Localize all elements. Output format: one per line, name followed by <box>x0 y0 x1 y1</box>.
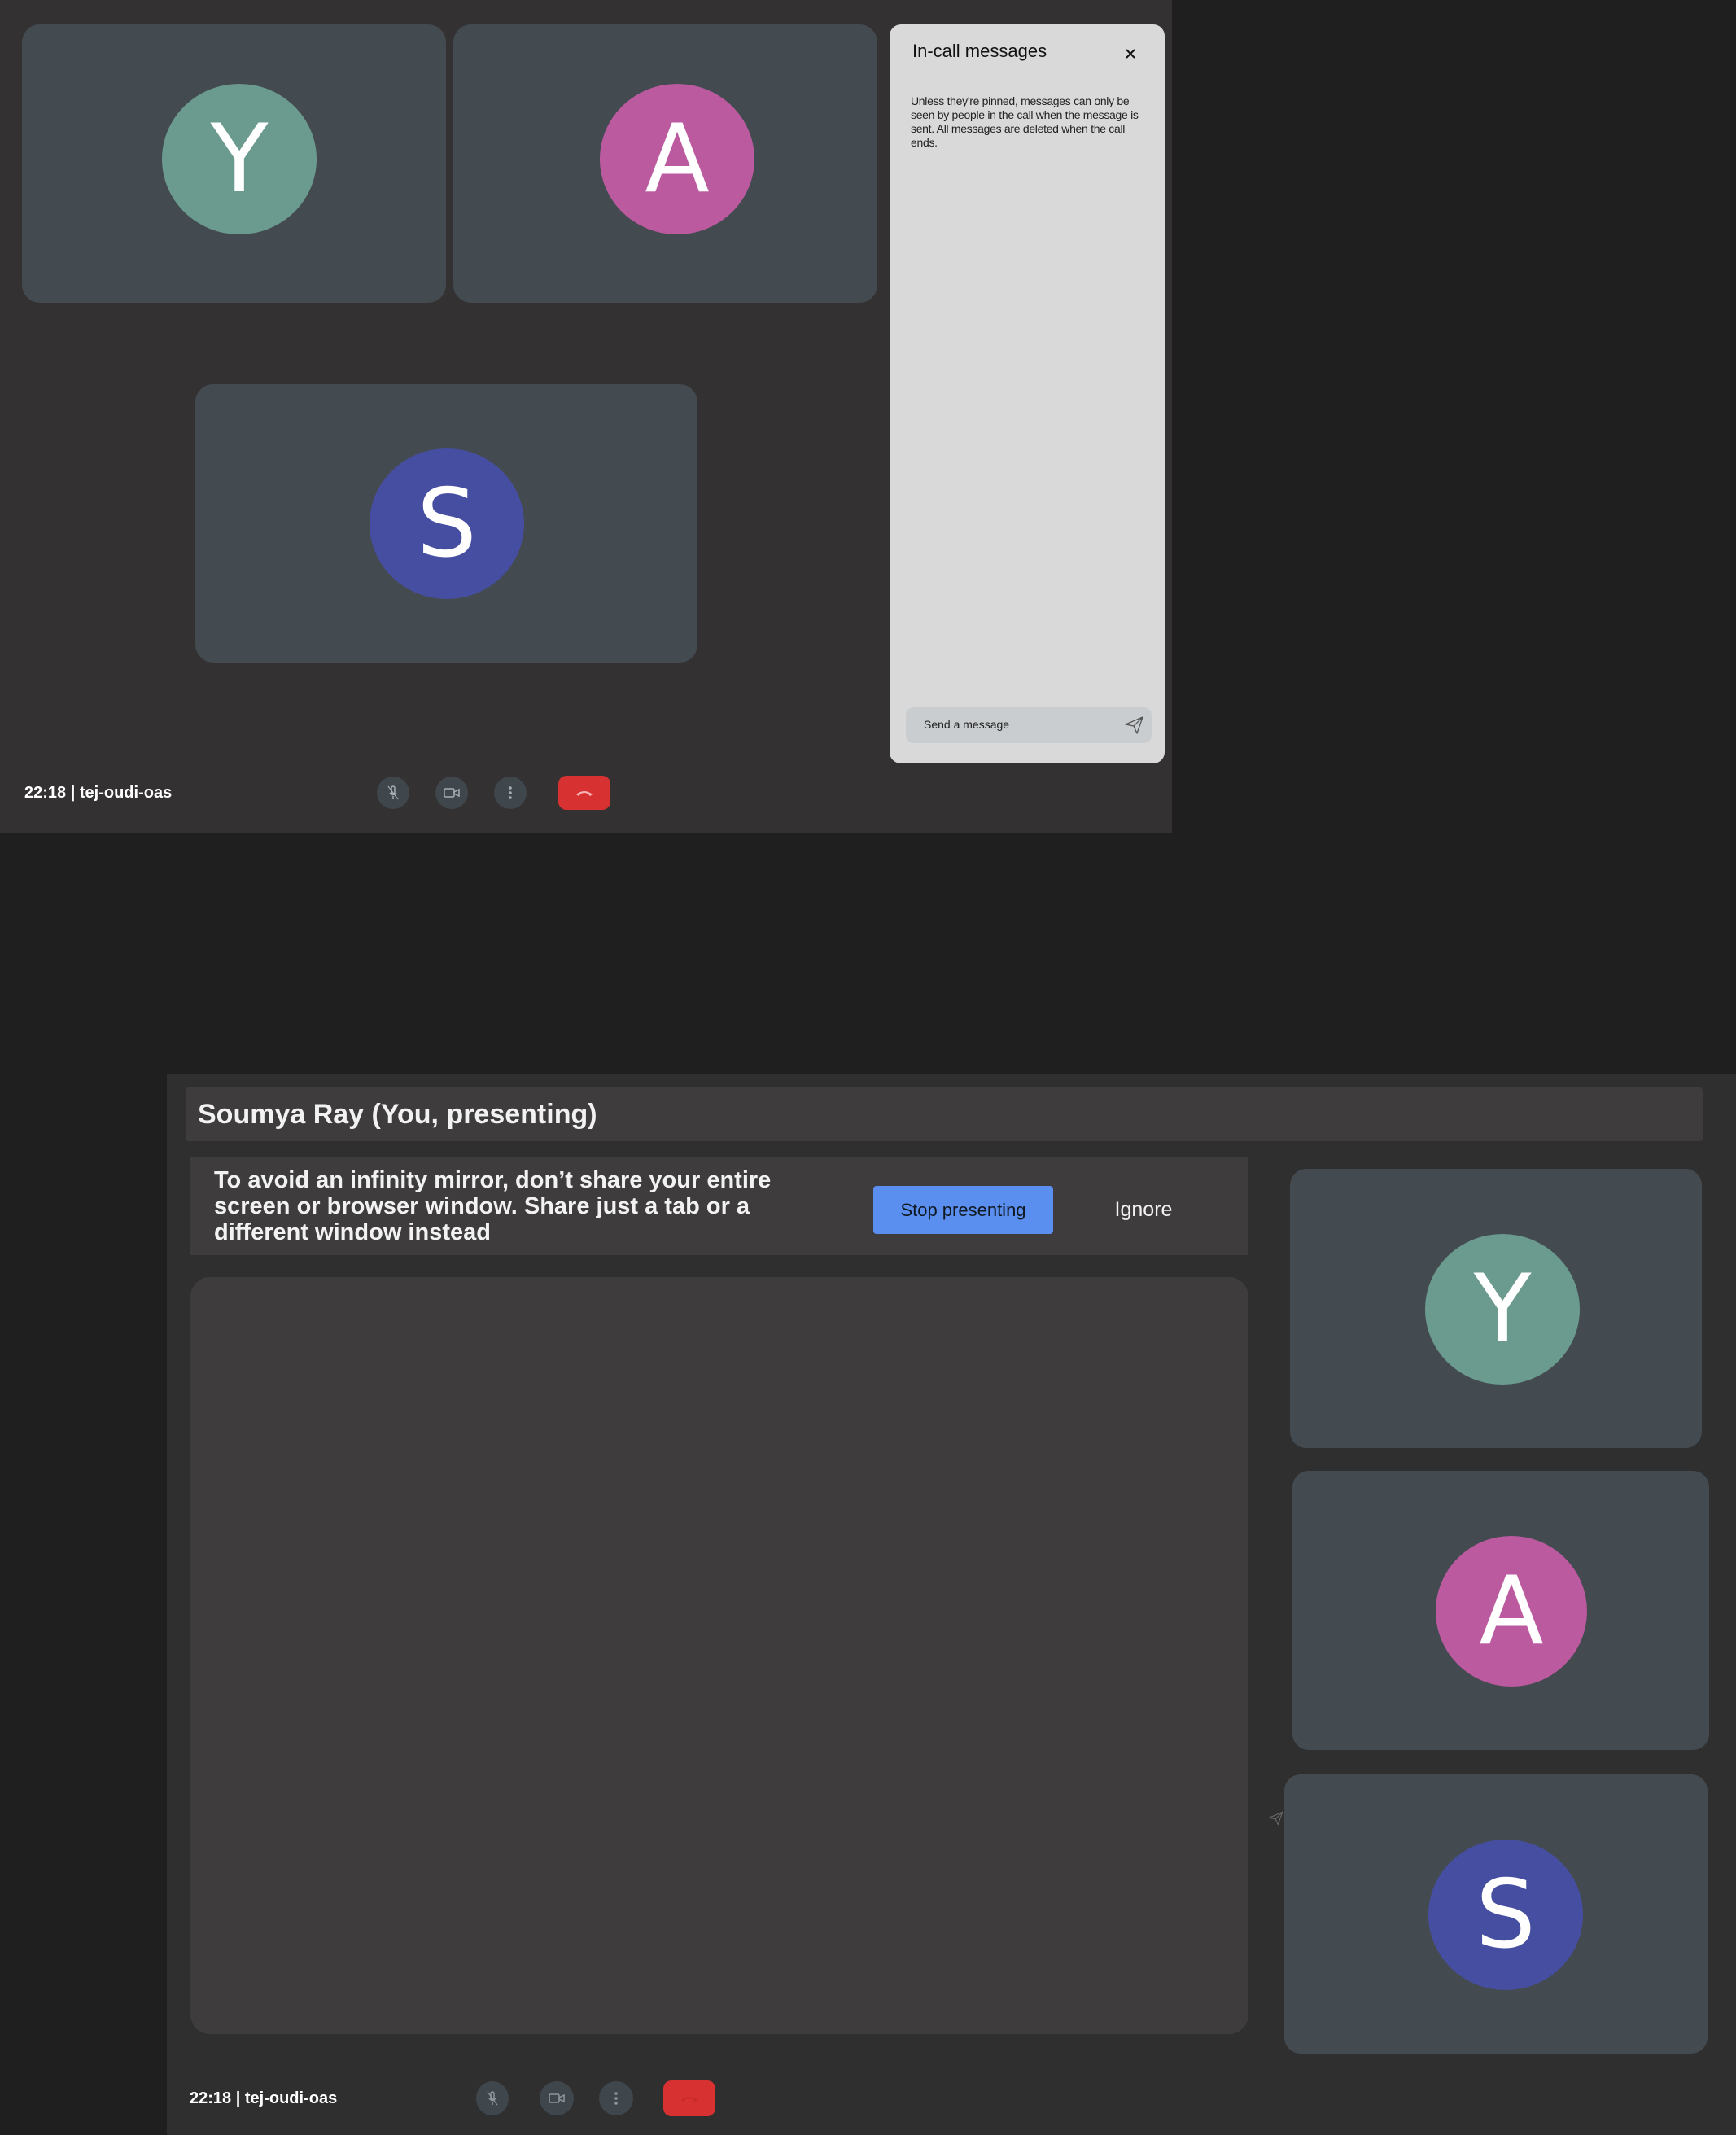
shared-screen-area <box>190 1277 1248 2034</box>
send-icon <box>1269 1811 1283 1826</box>
more-options-button[interactable] <box>494 777 527 809</box>
participant-tile-s[interactable]: S <box>1284 1774 1708 2054</box>
leave-call-button[interactable] <box>558 776 610 810</box>
send-icon[interactable] <box>1124 715 1145 736</box>
more-vert-icon <box>509 786 512 799</box>
participant-tile-s[interactable]: S <box>195 384 697 663</box>
camera-off-icon <box>549 2093 565 2103</box>
chat-panel-title: In-call messages <box>912 41 1047 61</box>
avatar-y: Y <box>162 84 317 234</box>
avatar-s: S <box>370 448 524 599</box>
in-call-messages-panel: In-call messages Unless they're pinned, … <box>890 24 1165 763</box>
presenting-window: Soumya Ray (You, presenting) To avoid an… <box>167 1074 1736 2135</box>
avatar-a: A <box>1436 1536 1587 1687</box>
warning-text: To avoid an infinity mirror, don’t share… <box>214 1167 772 1245</box>
message-input-placeholder: Send a message <box>924 718 1010 731</box>
close-icon <box>1126 49 1135 59</box>
avatar-y: Y <box>1425 1234 1580 1385</box>
infinity-mirror-warning: To avoid an infinity mirror, don’t share… <box>190 1157 1248 1255</box>
camera-off-icon <box>444 788 460 798</box>
camera-toggle-button[interactable] <box>540 2081 574 2115</box>
stop-presenting-button[interactable]: Stop presenting <box>873 1186 1053 1234</box>
close-chat-button[interactable] <box>1119 42 1142 65</box>
chat-notice: Unless they're pinned, messages can only… <box>911 94 1139 149</box>
meeting-time-and-code: 22:18 | tej-oudi-oas <box>190 2089 338 2107</box>
participant-tile-a[interactable]: A <box>1292 1471 1709 1750</box>
mic-off-icon <box>487 2091 498 2106</box>
camera-toggle-button[interactable] <box>435 777 468 809</box>
mic-off-icon <box>387 785 399 800</box>
meeting-time-and-code: 22:18 | tej-oudi-oas <box>24 784 173 802</box>
participant-tile-y[interactable]: Y <box>22 24 446 303</box>
leave-call-button[interactable] <box>663 2080 715 2116</box>
avatar-a: A <box>600 84 754 234</box>
participant-tile-a[interactable]: A <box>453 24 877 303</box>
presenter-label: Soumya Ray (You, presenting) <box>198 1099 597 1130</box>
avatar-s: S <box>1428 1840 1583 1990</box>
participant-tile-y[interactable]: Y <box>1290 1169 1702 1448</box>
ignore-button[interactable]: Ignore <box>1095 1186 1192 1234</box>
meeting-grid-window: Y A S 22:18 | tej-oudi-oas In-call messa… <box>0 0 1172 833</box>
more-vert-icon <box>614 2092 618 2105</box>
mic-toggle-button[interactable] <box>377 777 409 809</box>
phone-hangup-icon <box>681 2097 697 2102</box>
mic-toggle-button[interactable] <box>476 2081 509 2115</box>
phone-hangup-icon <box>576 791 593 796</box>
message-input[interactable]: Send a message <box>906 707 1152 743</box>
presenter-header: Soumya Ray (You, presenting) <box>186 1087 1703 1141</box>
more-options-button[interactable] <box>599 2081 633 2115</box>
